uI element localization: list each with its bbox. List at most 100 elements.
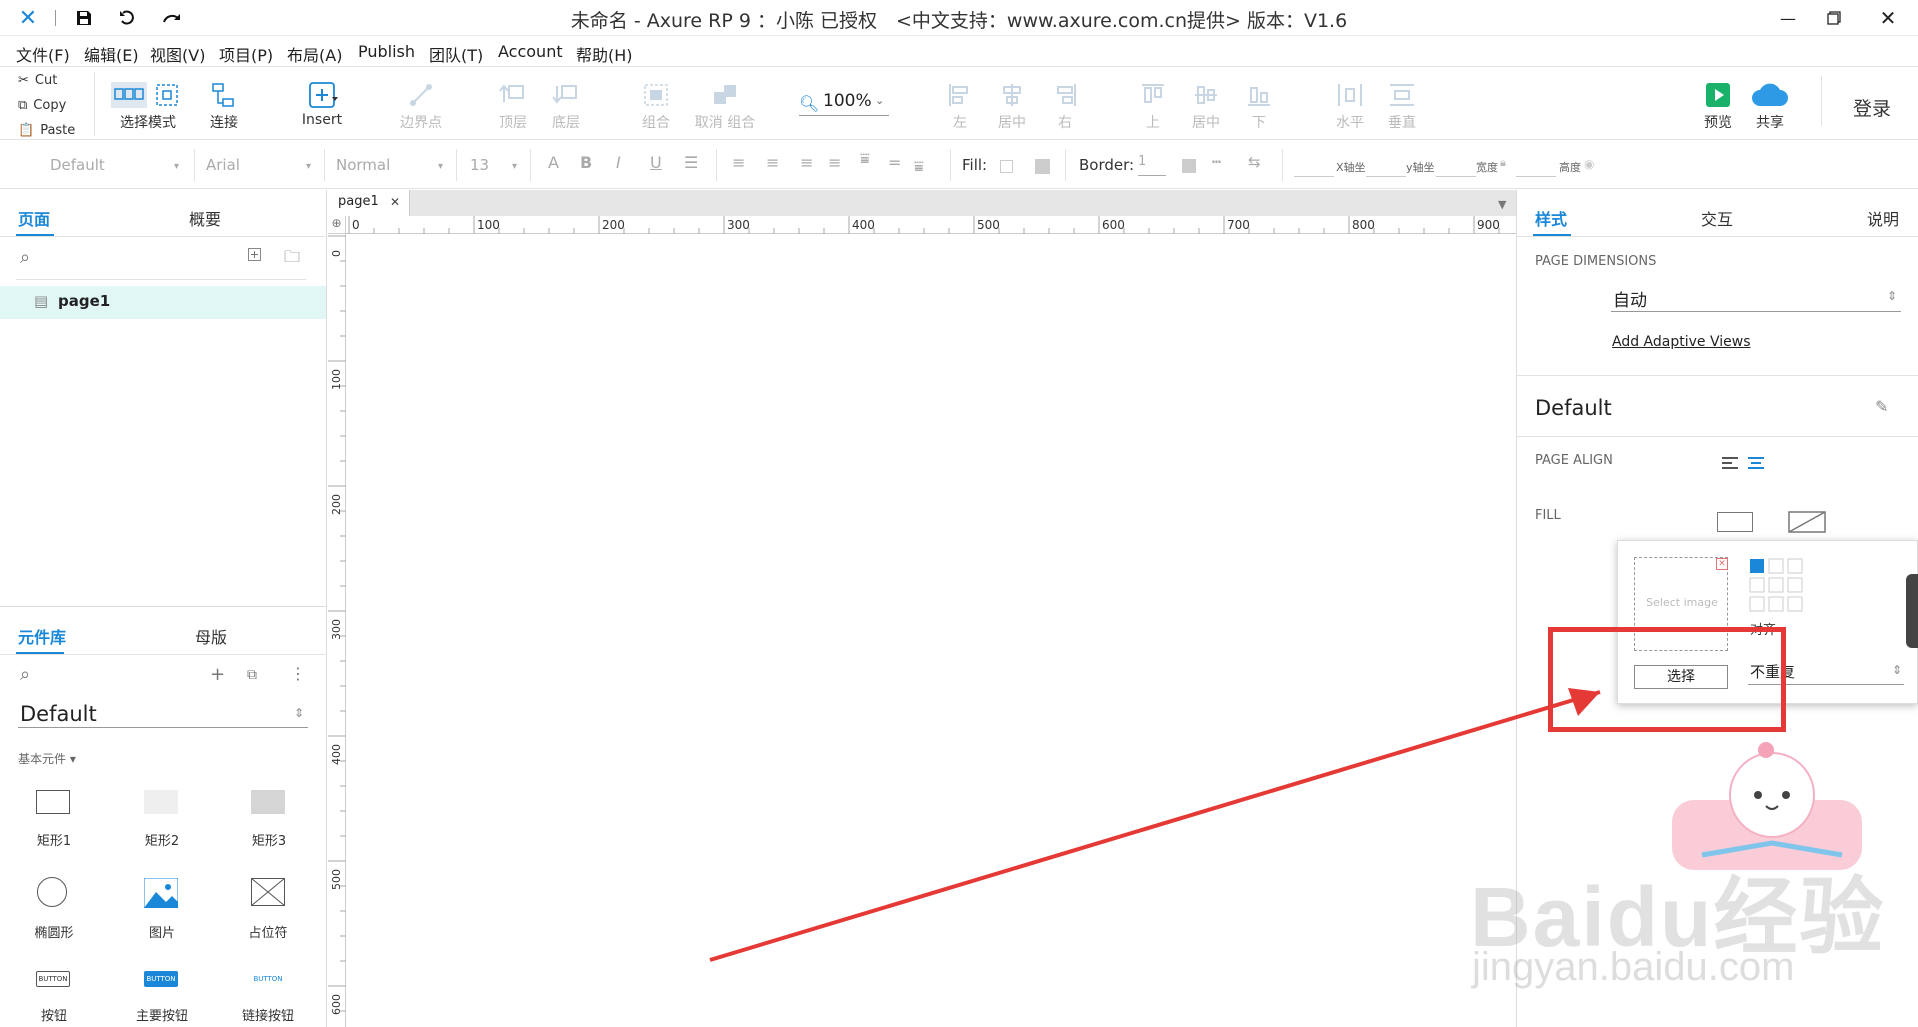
height-input[interactable] [1516, 155, 1556, 177]
restore-icon[interactable] [1822, 6, 1846, 30]
border-style-icon[interactable]: ┅ [1212, 153, 1221, 171]
menu-team[interactable]: 团队(T) [429, 42, 483, 66]
page-dimension-dropdown[interactable]: 自动 ⇕ [1611, 286, 1901, 312]
x-input[interactable] [1294, 155, 1334, 177]
boundary-point-button[interactable]: 边界点 [389, 78, 453, 132]
italic-icon[interactable]: I [616, 153, 621, 172]
valign-middle-icon[interactable]: = [888, 153, 901, 172]
lock-icon[interactable]: 🔒︎ [1500, 156, 1506, 170]
add-library-icon[interactable]: + [210, 664, 225, 685]
fill-gradient-swatch[interactable] [1035, 159, 1050, 174]
button-widget[interactable]: BUTTON [36, 971, 70, 987]
menu-layout[interactable]: 布局(A) [287, 42, 342, 66]
link-button-widget[interactable]: BUTTON [248, 971, 288, 987]
tab-page1[interactable]: page1 ✕ [328, 190, 410, 216]
fill-color-option[interactable] [1717, 512, 1753, 532]
tab-list-chevron-icon[interactable]: ▼ [1498, 198, 1506, 211]
placeholder-widget[interactable] [251, 878, 285, 906]
share-button[interactable]: 共享 [1738, 78, 1802, 132]
tab-close-icon[interactable]: ✕ [390, 195, 400, 209]
add-page-icon[interactable]: + [248, 248, 261, 261]
style-dropdown[interactable]: Default [50, 156, 105, 174]
ruler-origin-icon[interactable]: ⊕ [328, 216, 346, 234]
fill-color-swatch[interactable] [1000, 160, 1013, 173]
text-align-right-icon[interactable]: ≡ [800, 153, 813, 172]
valign-bottom-icon[interactable]: ⩸ [914, 157, 924, 177]
divider [1517, 436, 1918, 437]
add-adaptive-views-link[interactable]: Add Adaptive Views [1612, 334, 1750, 350]
valign-top-icon[interactable]: ⩸ [860, 149, 870, 169]
ellipse-widget[interactable] [37, 877, 67, 907]
clear-image-icon[interactable]: ✕ [1716, 558, 1728, 570]
image-widget[interactable] [144, 878, 178, 908]
text-align-left-icon[interactable]: ≡ [732, 153, 745, 172]
login-button[interactable]: 登录 [1853, 94, 1891, 121]
paste-button[interactable]: 📋 Paste [6, 118, 88, 142]
side-scroll-handle[interactable] [1906, 574, 1918, 648]
library-dropdown[interactable]: Default ⇕ [18, 702, 308, 728]
cut-button[interactable]: ✂ Cut [6, 68, 88, 92]
ungroup-button[interactable]: 取消 组合 [685, 78, 765, 132]
visibility-eye-icon[interactable]: ◉ [1584, 157, 1594, 171]
menu-edit[interactable]: 编辑(E) [84, 42, 139, 66]
tab-style[interactable]: 样式 [1535, 206, 1567, 230]
width-input[interactable] [1436, 155, 1476, 177]
rectangle3-widget[interactable] [251, 790, 285, 814]
menu-account[interactable]: Account [498, 42, 563, 61]
menu-file[interactable]: 文件(F) [16, 42, 70, 66]
menu-project[interactable]: 项目(P) [219, 42, 273, 66]
page-align-left-icon[interactable] [1721, 456, 1739, 470]
menu-help[interactable]: 帮助(H) [576, 42, 633, 66]
border-width-input[interactable]: 1 [1138, 154, 1166, 176]
search-icon[interactable]: ⌕ [20, 247, 30, 268]
zoom-dropdown[interactable]: 🔍︎ 100% ⌄ [799, 90, 889, 116]
copy-button[interactable]: ⧉ Copy [6, 93, 88, 117]
bullet-list-icon[interactable]: ☰ [684, 153, 698, 172]
tab-notes[interactable]: 说明 [1867, 206, 1899, 230]
select-mode-button[interactable]: 选择模式 [108, 78, 188, 132]
font-size-dropdown[interactable]: 13 [470, 156, 489, 174]
edit-style-icon[interactable]: ✎ [1875, 397, 1888, 416]
font-dropdown[interactable]: Arial [206, 156, 240, 174]
align-bottom-button[interactable]: 下 [1227, 78, 1291, 132]
menu-publish[interactable]: Publish [358, 42, 415, 61]
font-color-icon[interactable]: A [548, 153, 559, 172]
image-align-grid[interactable] [1748, 557, 1806, 615]
tab-masters[interactable]: 母版 [195, 624, 227, 648]
distribute-vertical-button[interactable]: 垂直 [1370, 78, 1434, 132]
more-options-icon[interactable]: ⋮ [290, 664, 306, 683]
primary-button-widget[interactable]: BUTTON [144, 971, 178, 987]
insert-button[interactable]: Insert [290, 78, 354, 128]
send-to-back-button[interactable]: 底层 [534, 78, 598, 132]
y-input[interactable] [1366, 155, 1406, 177]
group-button[interactable]: 组合 [624, 78, 688, 132]
widget-label: 主要按钮 [135, 1009, 188, 1024]
connect-button[interactable]: 连接 [192, 78, 256, 132]
text-justify-icon[interactable]: ≡ [828, 153, 841, 172]
page-row-page1[interactable]: ▤ page1 [0, 286, 326, 319]
rectangle1-widget[interactable] [36, 790, 70, 814]
close-icon[interactable]: ✕ [1876, 6, 1900, 30]
minimize-icon[interactable]: — [1776, 6, 1800, 30]
tab-pages[interactable]: 页面 [18, 206, 50, 230]
align-right-button[interactable]: 右 [1033, 78, 1097, 132]
library-search-icon[interactable]: ⌕ [20, 664, 30, 685]
arrow-style-icon[interactable]: ⇆ [1248, 153, 1261, 171]
axure-window: ✕ 未命名 - Axure RP 9 ：小陈 已授权 <中文支持：www.axu… [0, 0, 1918, 1027]
page-align-center-icon[interactable] [1747, 456, 1765, 470]
tab-library[interactable]: 元件库 [18, 624, 66, 648]
tab-interactions[interactable]: 交互 [1701, 206, 1733, 230]
tab-outline[interactable]: 概要 [189, 206, 221, 230]
add-folder-icon[interactable]: 🗀 [284, 246, 300, 273]
page-icon: ▤ [34, 292, 49, 310]
underline-icon[interactable]: U [650, 153, 662, 172]
section-basic-widgets[interactable]: 基本元件 ▾ [18, 750, 76, 767]
weight-dropdown[interactable]: Normal [336, 156, 390, 174]
border-color-swatch[interactable] [1182, 159, 1196, 173]
rectangle2-widget[interactable] [144, 790, 178, 814]
fill-image-option[interactable] [1787, 510, 1827, 534]
bold-icon[interactable]: B [580, 153, 592, 172]
text-align-center-icon[interactable]: ≡ [766, 153, 779, 172]
menu-view[interactable]: 视图(V) [150, 42, 205, 66]
library-manage-icon[interactable]: ⧉ [247, 667, 257, 683]
